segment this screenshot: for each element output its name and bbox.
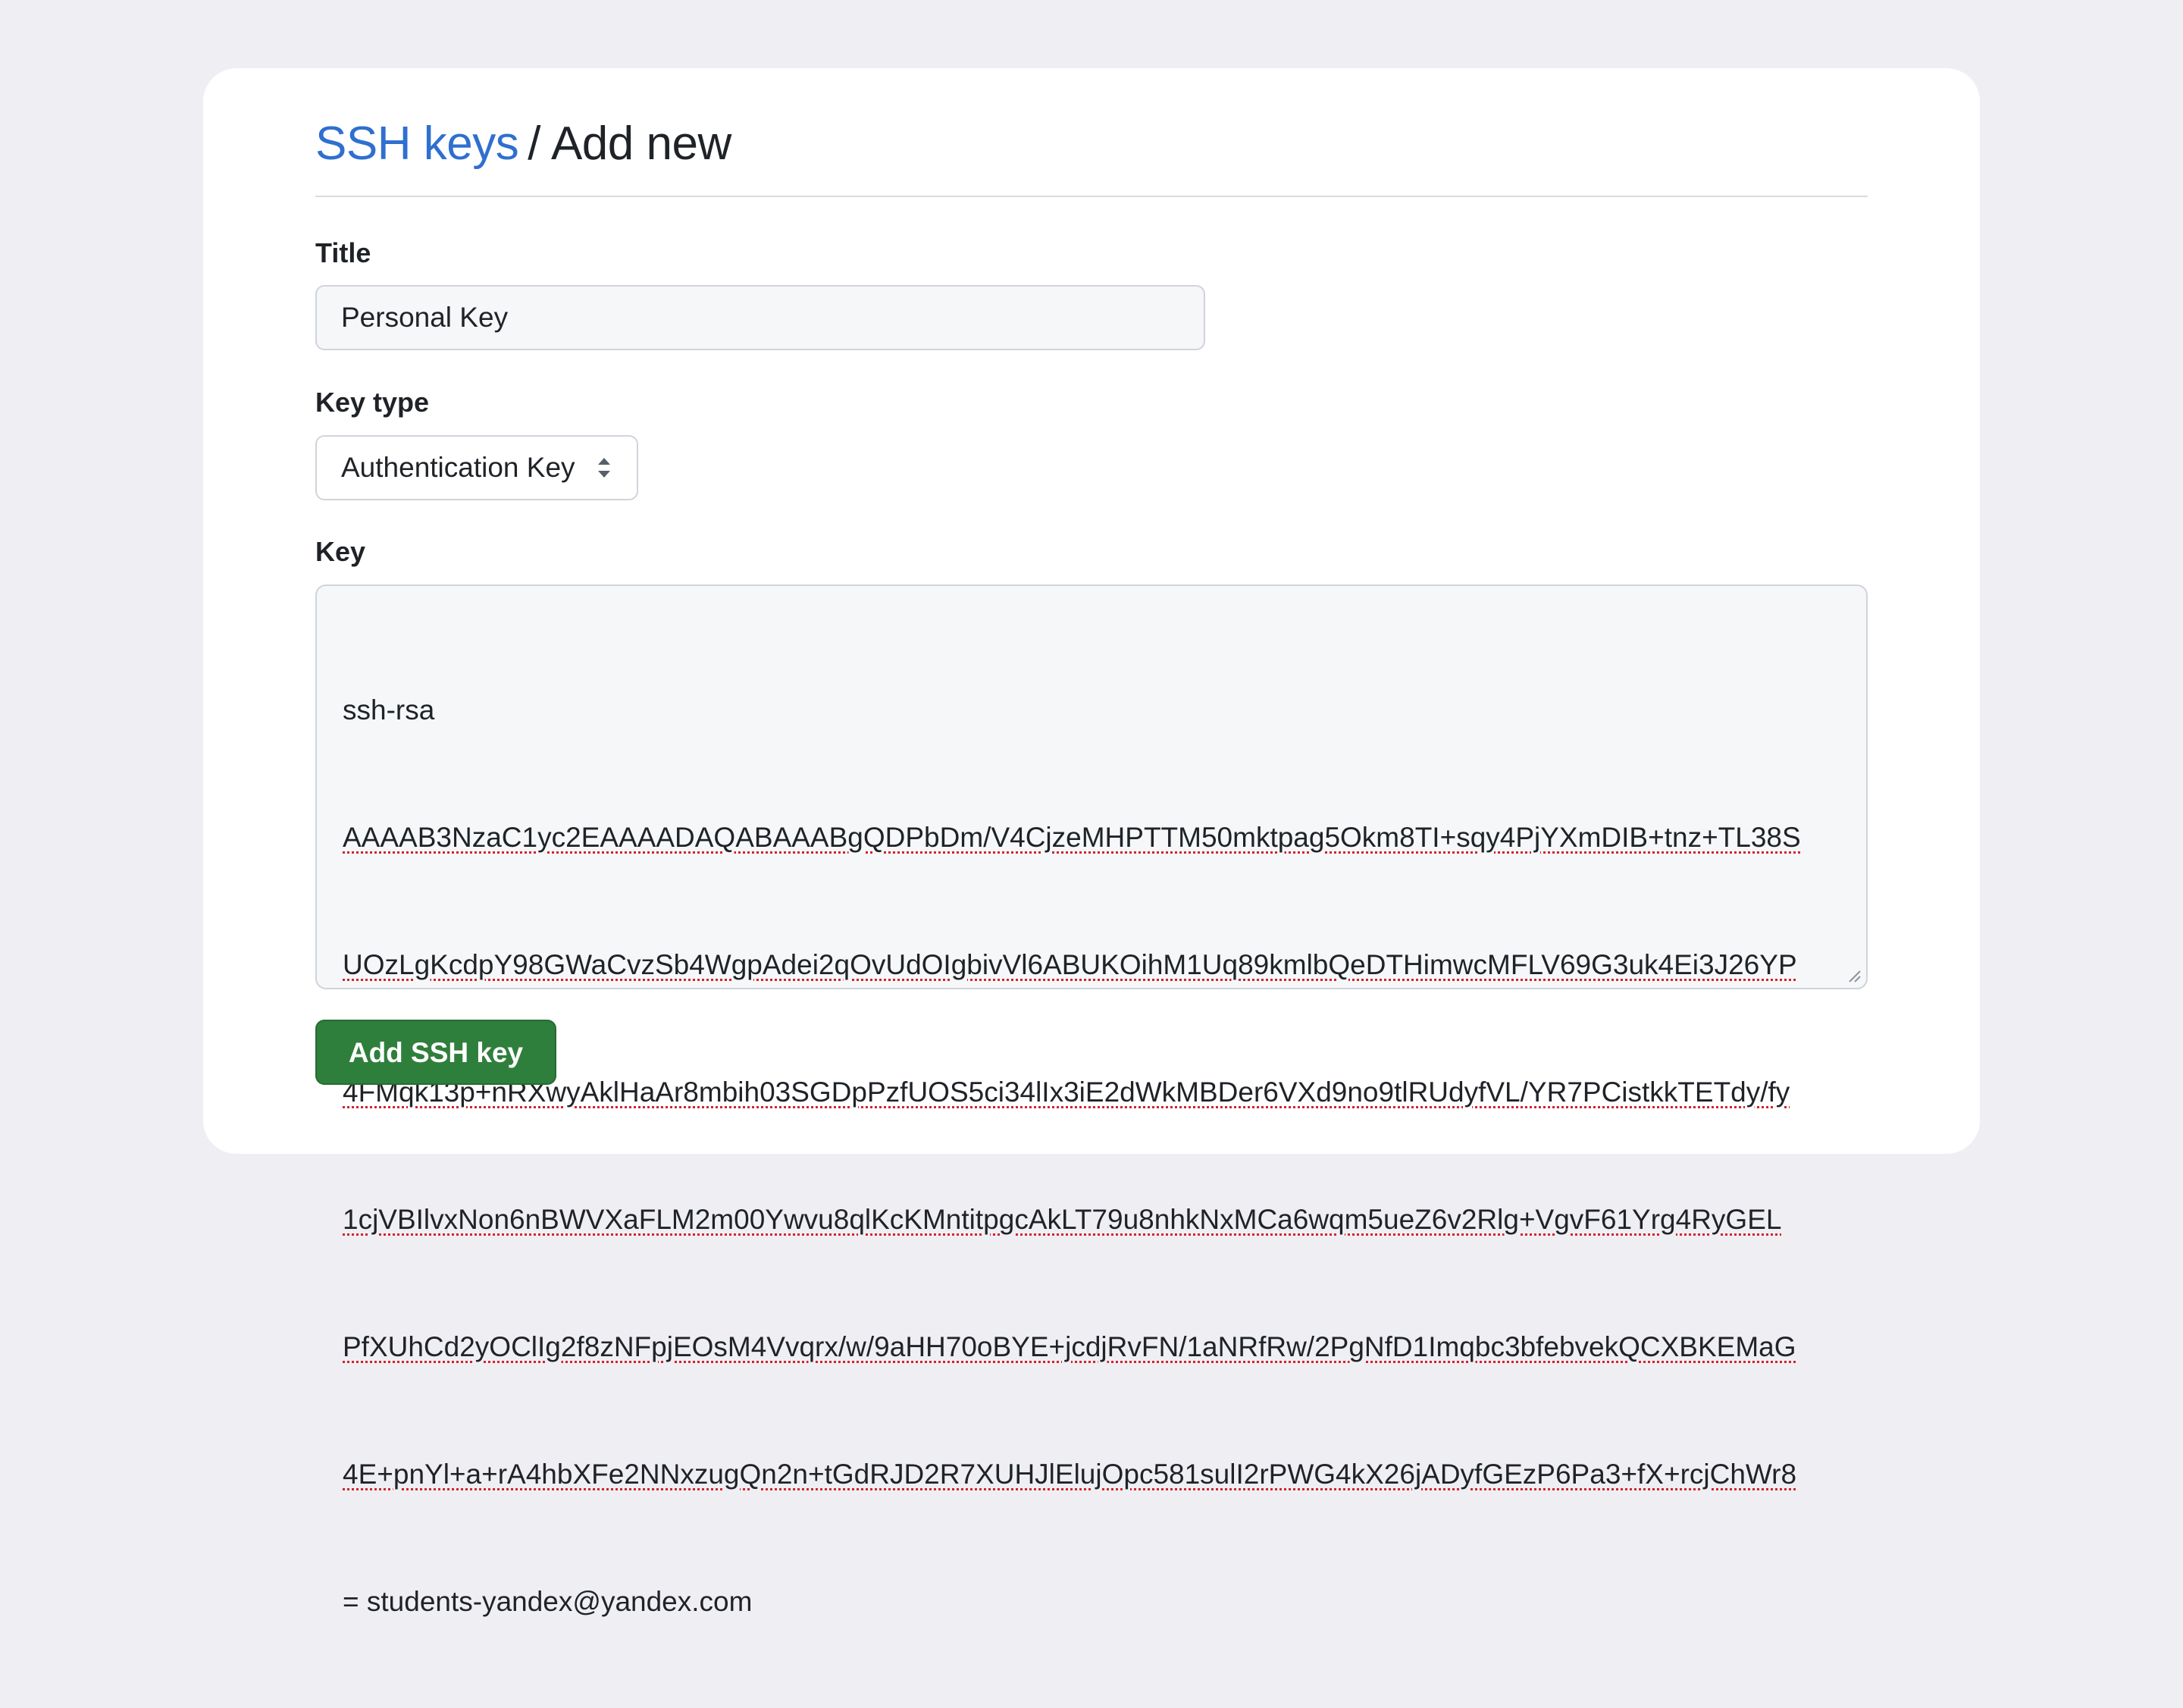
add-ssh-key-card: SSH keys/Add new Title Key type Authenti… — [203, 68, 1980, 1617]
key-type-select[interactable]: Authentication Key — [315, 435, 638, 500]
key-line: UOzLgKcdpY98GWaCvzSb4WgpAdei2qOvUdOIgbiv… — [343, 949, 1797, 980]
key-textarea-content: ssh-rsa AAAAB3NzaC1yc2EAAAADAQABAAABgQDP… — [343, 604, 1843, 1708]
key-type-selected-value: Authentication Key — [341, 452, 575, 483]
key-line: ssh-rsa — [343, 694, 435, 726]
card-content: SSH keys/Add new Title Key type Authenti… — [315, 68, 1868, 1617]
key-line: 4FMqk13p+nRXwyAklHaAr8mbih03SGDpPzfUOS5c… — [343, 1077, 1790, 1108]
add-ssh-key-button[interactable]: Add SSH key — [315, 1020, 556, 1085]
key-line: = students-yandex@yandex.com — [343, 1586, 753, 1617]
page-title: Add new — [550, 118, 731, 170]
key-line: 4E+pnYl+a+rA4hbXFe2NNxzugQn2n+tGdRJD2R7X… — [343, 1459, 1797, 1490]
header-divider — [315, 196, 1868, 197]
key-label: Key — [315, 536, 366, 567]
resize-handle-icon[interactable] — [1846, 968, 1862, 983]
title-input[interactable] — [315, 285, 1205, 350]
breadcrumb-separator: / — [528, 118, 540, 170]
breadcrumb-ssh-keys-link[interactable]: SSH keys — [315, 118, 519, 170]
key-textarea[interactable]: ssh-rsa AAAAB3NzaC1yc2EAAAADAQABAAABgQDP… — [315, 584, 1868, 1617]
key-line: AAAAB3NzaC1yc2EAAAADAQABAAABgQDPbDm/V4Cj… — [343, 822, 1801, 853]
key-line: PfXUhCd2yOClIg2f8zNFpjEOsM4Vvqrx/w/9aHH7… — [343, 1331, 1796, 1362]
title-label: Title — [315, 237, 371, 268]
breadcrumb: SSH keys / Add new — [315, 114, 731, 174]
chevron-up-down-icon — [596, 455, 612, 481]
key-type-label: Key type — [315, 387, 430, 418]
key-line: 1cjVBIlvxNon6nBWVXaFLM2m00Ywvu8qlKcKMnti… — [343, 1204, 1782, 1235]
